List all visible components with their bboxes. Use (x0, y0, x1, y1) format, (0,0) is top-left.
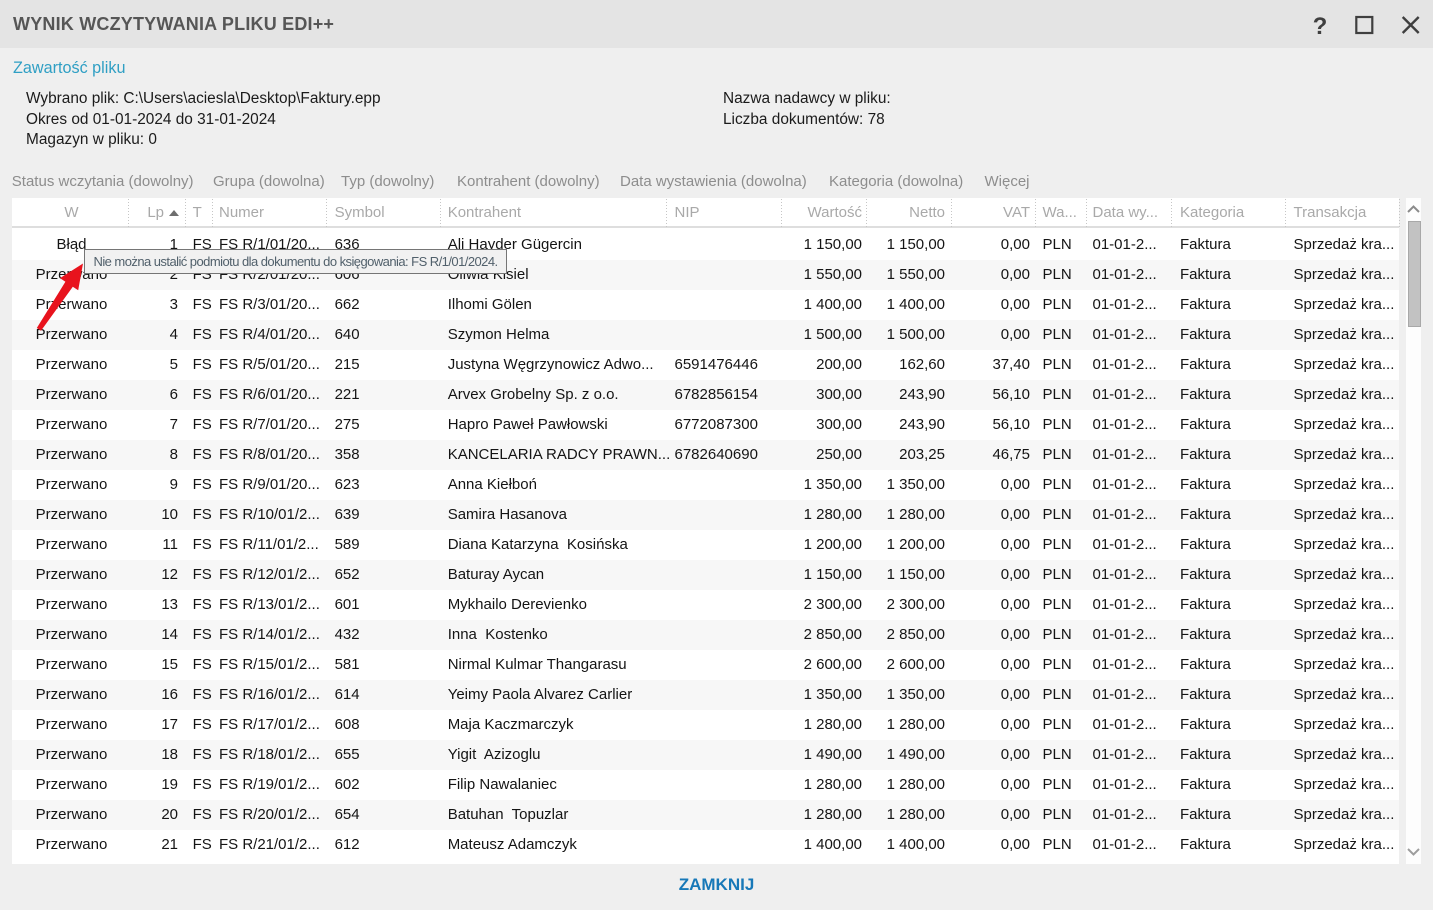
svg-text:?: ? (1313, 13, 1328, 40)
